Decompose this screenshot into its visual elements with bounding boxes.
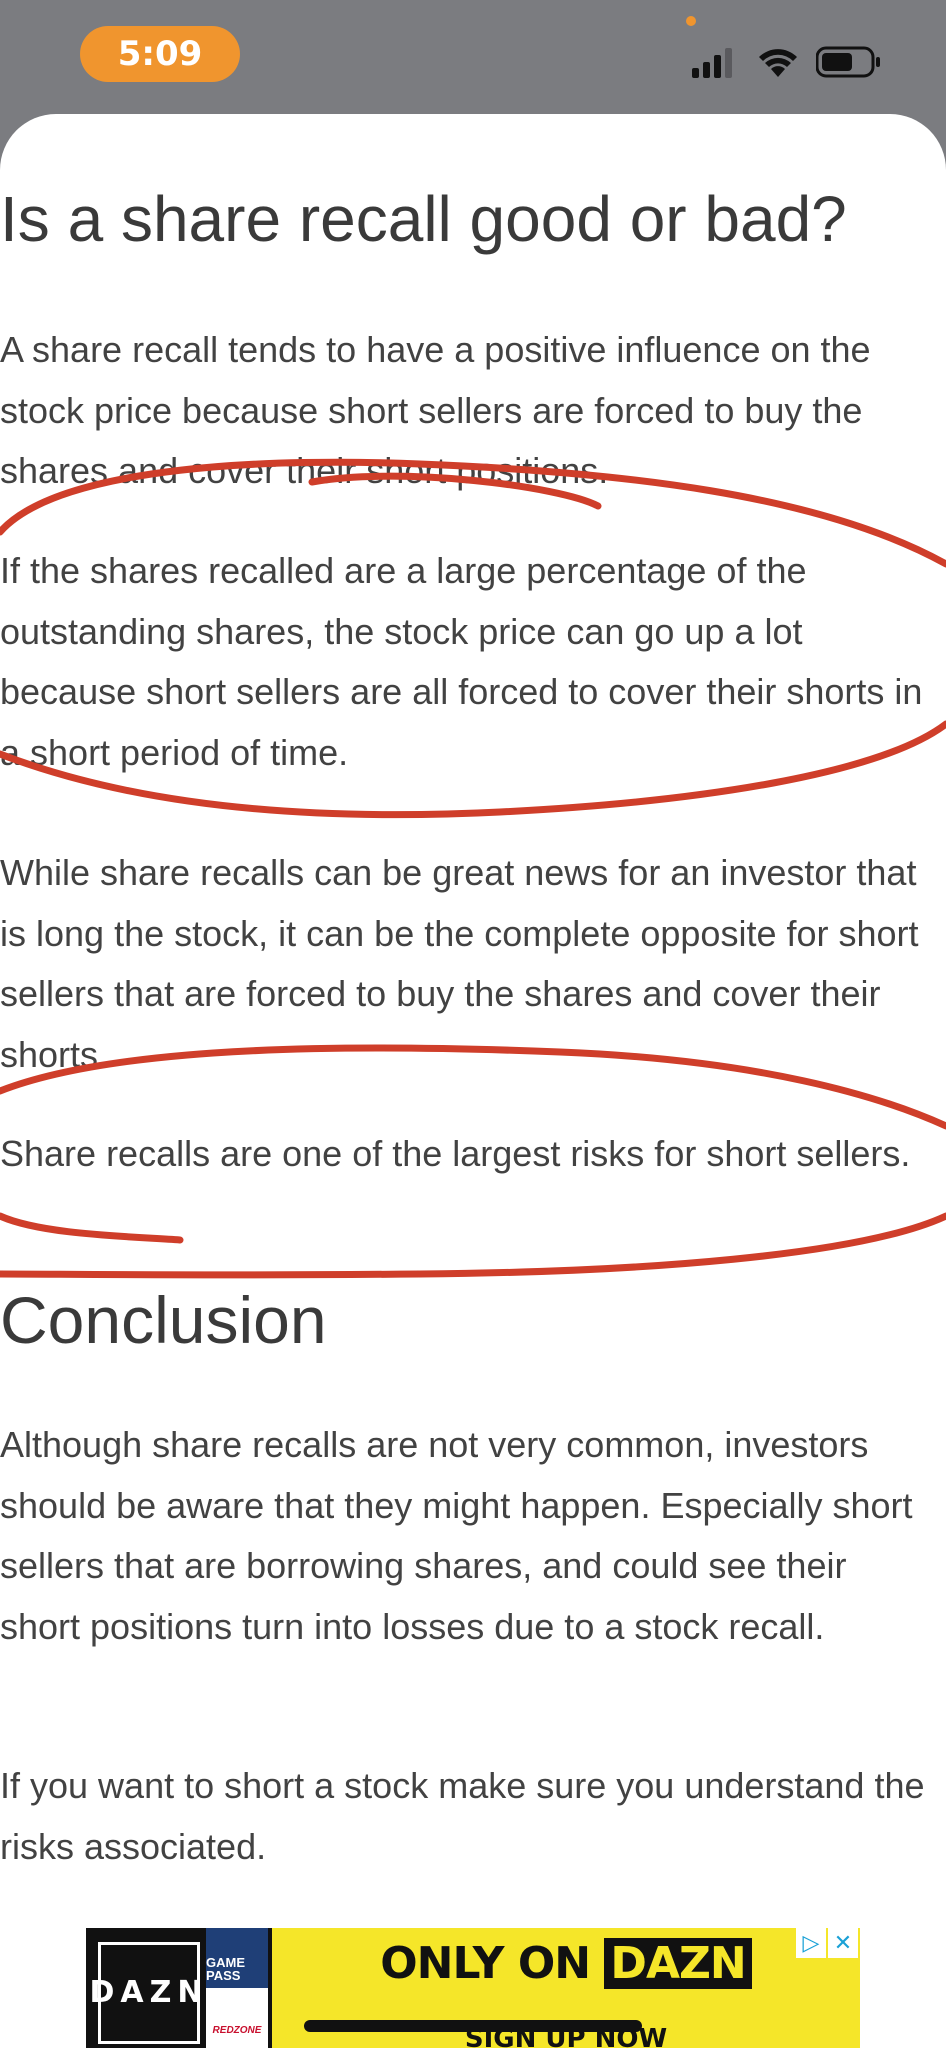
article-paragraph-3: While share recalls can be great news fo… [0,852,919,1075]
redzone-logo: REDZONE [206,1988,268,2048]
ad-headline-prefix: ONLY ON [380,1938,591,1989]
ad-controls: ▷ ✕ [796,1928,858,1958]
cellular-signal-icon [692,48,732,78]
wifi-icon [759,49,797,77]
section-heading-conclusion: Conclusion [0,1283,327,1357]
battery-icon [816,46,880,78]
adchoices-icon[interactable]: ▷ [796,1928,826,1958]
status-bar: 5:09 [0,0,946,118]
article-paragraph-4: Share recalls are one of the largest ris… [0,1133,911,1174]
ad-headline: ONLY ON DAZN [272,1938,860,1989]
ad-headline-brand: DAZN [604,1938,752,1989]
game-pass-logo: GAME PASS [206,1928,268,1988]
privacy-indicator-dot [686,16,696,26]
dazn-logo-text: DAZN [89,1975,209,2010]
article-paragraph-1: A share recall tends to have a positive … [0,329,871,491]
article-sheet: Is a share recall good or bad? A share r… [0,114,946,2048]
conclusion-paragraph-2: If you want to short a stock make sure y… [0,1765,925,1867]
redzone-text: REDZONE [212,2025,262,2036]
game-pass-text: GAME PASS [206,1955,245,1983]
home-indicator[interactable] [304,2020,642,2032]
page-title: Is a share recall good or bad? [0,183,847,255]
dazn-logo: DAZN [90,1942,203,2044]
article-paragraph-2: If the shares recalled are a large perce… [0,550,923,773]
conclusion-paragraph-1: Although share recalls are not very comm… [0,1424,913,1647]
close-icon[interactable]: ✕ [828,1928,858,1958]
status-time[interactable]: 5:09 [80,26,240,82]
